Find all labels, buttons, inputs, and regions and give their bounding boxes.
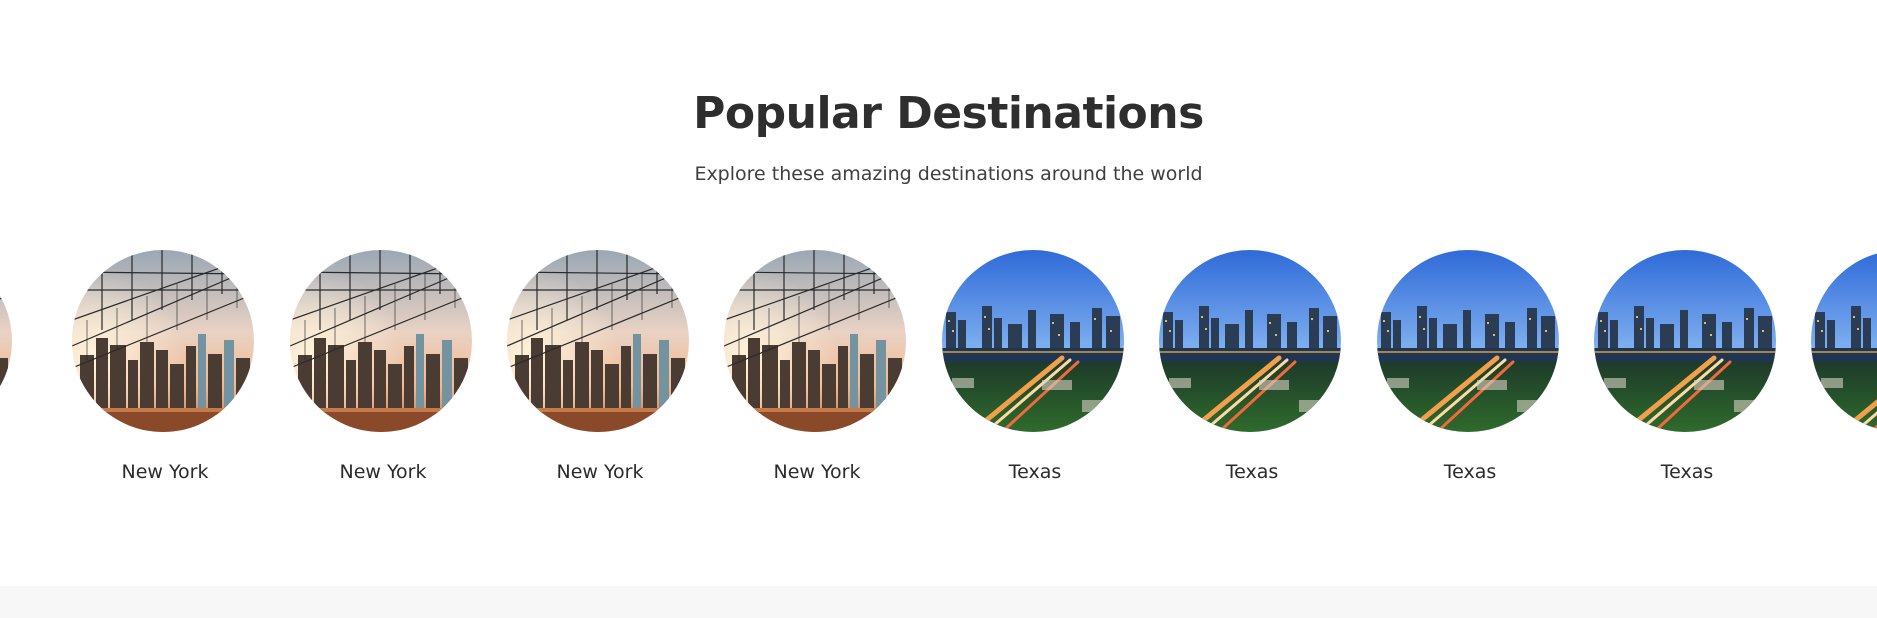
destination-name[interactable]: New York — [70, 458, 260, 486]
destination-image-texas[interactable] — [1377, 250, 1559, 432]
destination-image-new-york[interactable] — [507, 250, 689, 432]
destination-name[interactable]: New York — [288, 458, 478, 486]
destination-image-texas[interactable] — [1159, 250, 1341, 432]
destination-card[interactable]: New York — [288, 240, 478, 500]
destination-name[interactable]: Texas — [940, 458, 1130, 486]
destination-card[interactable]: Texas — [940, 240, 1130, 500]
destination-image-texas[interactable] — [942, 250, 1124, 432]
destination-card[interactable]: New York — [722, 240, 912, 500]
section-subtitle: Explore these amazing destinations aroun… — [694, 163, 1203, 185]
destinations-carousel[interactable]: New York New York New York New York Texa — [0, 240, 1877, 500]
section-title: Popular Destinations — [693, 88, 1204, 139]
destination-card[interactable]: New York — [70, 240, 260, 500]
destination-card[interactable] — [1809, 240, 1877, 500]
destination-name[interactable]: Texas — [1592, 458, 1782, 486]
destination-image-new-york[interactable] — [290, 250, 472, 432]
destinations-page: Popular Destinations Explore these amazi… — [0, 0, 1877, 618]
footer-strip — [0, 586, 1877, 618]
destination-card[interactable] — [0, 240, 18, 500]
destination-card[interactable]: Texas — [1592, 240, 1782, 500]
destination-card[interactable]: Texas — [1157, 240, 1347, 500]
destination-name[interactable]: Texas — [1157, 458, 1347, 486]
destination-image-texas[interactable] — [1811, 250, 1877, 432]
destination-image-texas[interactable] — [1594, 250, 1776, 432]
destination-card[interactable]: Texas — [1375, 240, 1565, 500]
destination-name[interactable]: New York — [722, 458, 912, 486]
destination-image-new-york[interactable] — [0, 250, 12, 432]
destination-name[interactable]: Texas — [1375, 458, 1565, 486]
destination-image-new-york[interactable] — [724, 250, 906, 432]
destination-card[interactable]: New York — [505, 240, 695, 500]
destination-image-new-york[interactable] — [72, 250, 254, 432]
destination-name[interactable]: New York — [505, 458, 695, 486]
